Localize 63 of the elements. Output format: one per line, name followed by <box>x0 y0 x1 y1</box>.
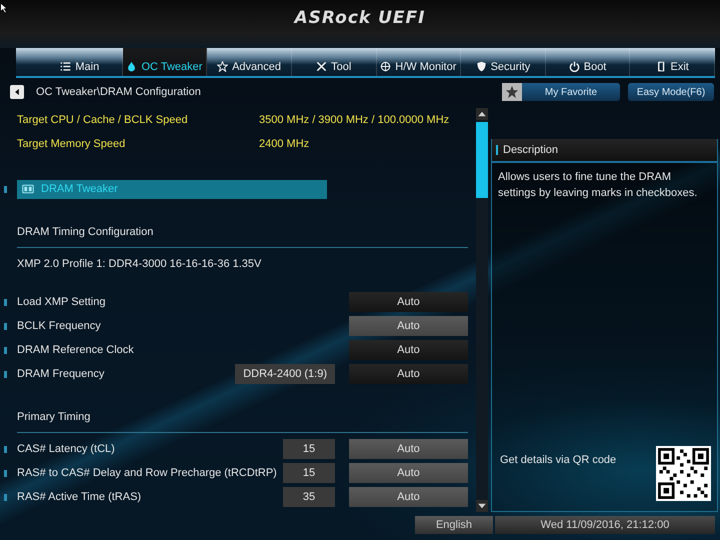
setting-label: CAS# Latency (tCL) <box>17 443 116 455</box>
favorite-label: My Favorite <box>544 86 598 98</box>
list-icon <box>60 61 72 72</box>
info-value: 2400 MHz <box>259 138 310 150</box>
door-icon <box>656 61 667 72</box>
setting-label: DRAM Frequency <box>17 368 106 380</box>
row-marker-icon <box>4 494 7 500</box>
qr-code-drawing <box>656 446 711 501</box>
scrollbar[interactable] <box>476 108 488 512</box>
memory-icon <box>21 183 35 195</box>
language-button[interactable]: English <box>415 516 493 534</box>
row-marker-icon <box>4 298 7 306</box>
tab[interactable]: H/W Monitor <box>376 48 462 76</box>
star-icon <box>217 61 228 72</box>
flame-icon <box>126 61 138 72</box>
row-marker-icon <box>4 346 7 354</box>
breadcrumb: OC Tweaker\DRAM Configuration <box>36 86 202 98</box>
scroll-thumb[interactable] <box>476 122 488 198</box>
tab[interactable]: OC Tweaker <box>122 48 208 76</box>
row-marker-icon <box>4 446 7 452</box>
shield-icon <box>476 61 487 72</box>
profile-text: XMP 2.0 Profile 1: DDR4-3000 16-16-16-36 1.35V <box>17 258 262 270</box>
tab[interactable]: Exit <box>630 48 715 76</box>
option-button[interactable]: Auto <box>349 340 468 360</box>
option-button[interactable]: Auto <box>349 439 468 459</box>
setting-label: Load XMP Setting <box>17 296 106 308</box>
row-marker-icon <box>4 370 7 378</box>
tab[interactable]: Boot <box>546 48 630 76</box>
row-marker-icon <box>4 186 7 192</box>
setting-label: BCLK Frequency <box>17 320 102 332</box>
power-icon <box>568 61 580 72</box>
current-value: 35 <box>283 487 335 507</box>
row-marker-icon <box>4 470 7 476</box>
setting-label: RAS# to CAS# Delay and Row Precharge (tRCDtRP) <box>17 467 278 479</box>
option-button[interactable]: Auto <box>349 364 468 384</box>
option-button[interactable]: Auto <box>349 463 468 483</box>
current-value: 15 <box>283 463 335 483</box>
crosshair-icon <box>380 61 392 72</box>
back-button[interactable] <box>10 85 24 99</box>
description-text: Allows users to fine tune the DRAM settings by leaving marks in checkboxes. <box>497 170 698 201</box>
option-button[interactable]: Auto <box>349 292 468 312</box>
favorite-button[interactable]: My Favorite <box>502 83 620 101</box>
current-value: 15 <box>283 439 335 459</box>
date-time: Wed 11/09/2016, 21:12:00 <box>495 516 715 534</box>
row-marker-icon <box>4 322 7 330</box>
description-title: Description <box>503 144 558 156</box>
section-heading: DRAM Timing Configuration <box>17 226 154 238</box>
tab[interactable]: Security <box>461 48 546 76</box>
qr-hint: Get details via QR code <box>500 453 618 466</box>
setting-label: RAS# Active Time (tRAS) <box>17 491 142 503</box>
logo: ASRock UEFI <box>294 8 426 30</box>
section-heading: Primary Timing <box>17 411 90 423</box>
info-label: Target CPU / Cache / BCLK Speed <box>17 114 189 126</box>
current-value: DDR4-2400 (1:9) <box>235 364 335 384</box>
tab[interactable]: Tool <box>292 48 376 76</box>
info-label: Target Memory Speed <box>17 138 126 150</box>
tab[interactable]: Advanced <box>207 48 292 76</box>
option-button[interactable]: Auto <box>349 487 468 507</box>
setting-label: DRAM Reference Clock <box>17 344 135 356</box>
easy-mode-button[interactable]: Easy Mode(F6) <box>628 83 714 101</box>
info-value: 3500 MHz / 3900 MHz / 100.0000 MHz <box>259 114 450 126</box>
title-marker-icon <box>496 145 498 155</box>
option-button[interactable]: Auto <box>349 316 468 336</box>
